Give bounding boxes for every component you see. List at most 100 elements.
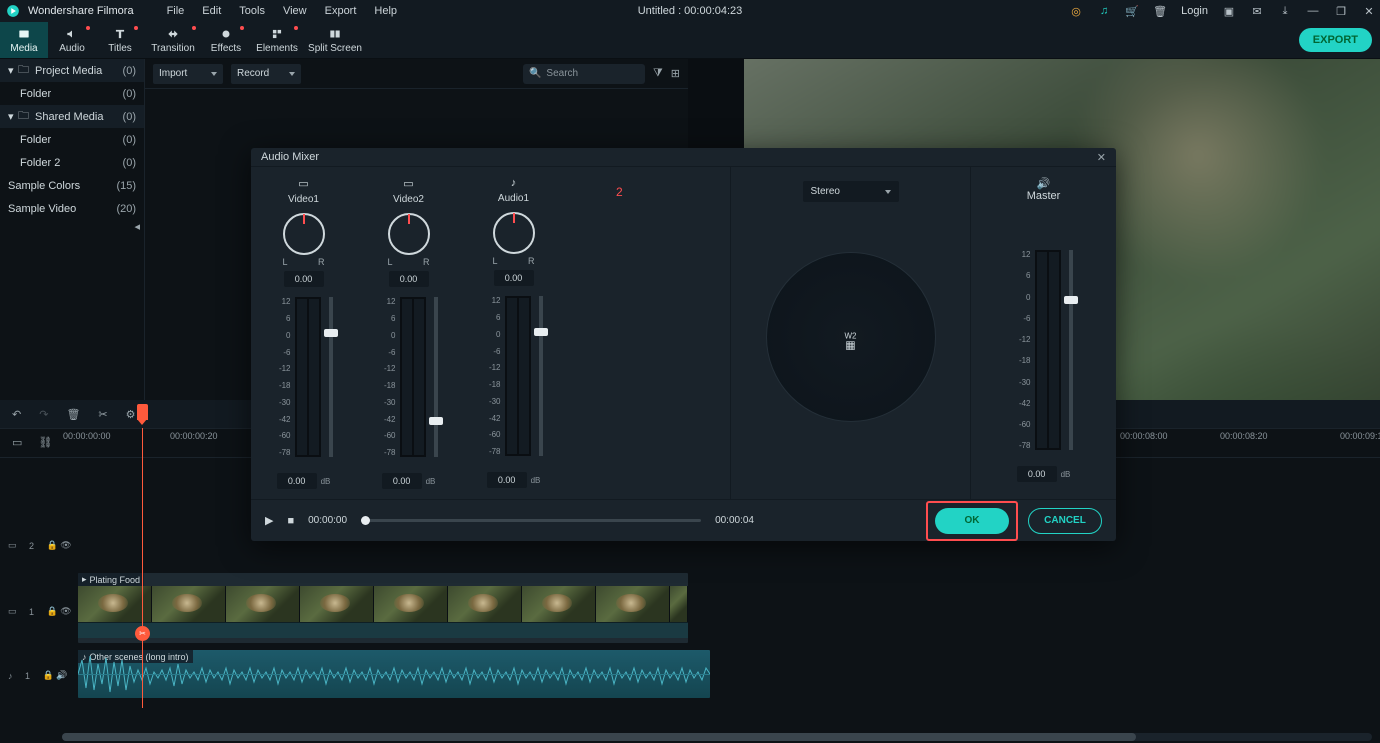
volume-value[interactable]: 0.00 [487, 472, 527, 488]
pan-r: R [423, 257, 430, 267]
import-dropdown[interactable]: Import [153, 64, 223, 84]
redo-icon[interactable]: ↷ [39, 408, 48, 421]
pan-l: L [388, 257, 393, 267]
playhead-sync-icon[interactable]: ▭ [12, 436, 22, 449]
volume-fader[interactable] [329, 297, 333, 457]
login-link[interactable]: Login [1181, 5, 1208, 17]
cut-icon[interactable]: ✂ [98, 408, 107, 421]
volume-fader[interactable] [539, 296, 543, 456]
meter-scale: 1260-6-12-18-30-42-60-78 [275, 297, 291, 457]
record-dropdown[interactable]: Record [231, 64, 301, 84]
undo-icon[interactable]: ↶ [12, 408, 21, 421]
ruler-mark: 00:00:08:20 [1220, 431, 1268, 441]
search-icon: 🔍 [529, 68, 541, 79]
tab-splitscreen[interactable]: Split Screen [304, 22, 366, 58]
save-icon[interactable]: ▣ [1222, 4, 1236, 18]
maximize-icon[interactable]: ❐ [1334, 4, 1348, 18]
menu-view[interactable]: View [274, 5, 316, 17]
audio-clip[interactable]: ♪ Other scenes (long intro) [78, 650, 710, 698]
pan-r: R [318, 257, 325, 267]
close-icon[interactable]: ✕ [1362, 4, 1376, 18]
collapse-tree-icon[interactable]: ◂ [0, 220, 144, 236]
pan-value[interactable]: 0.00 [494, 270, 534, 286]
seek-thumb[interactable] [361, 516, 370, 525]
surround-dial[interactable]: W2 ▦ [766, 252, 936, 422]
headphones-icon[interactable]: ♫ [1097, 4, 1111, 18]
play-button[interactable]: ▶ [265, 514, 273, 527]
scroll-thumb[interactable] [62, 733, 1136, 741]
dialog-titlebar: Audio Mixer ✕ [251, 148, 1116, 167]
ruler-mark: 00:00:09:15 [1340, 431, 1380, 441]
dialog-title: Audio Mixer [261, 151, 319, 163]
menu-tools[interactable]: Tools [230, 5, 274, 17]
tree-folder[interactable]: Folder(0) [0, 128, 144, 151]
menu-edit[interactable]: Edit [193, 5, 230, 17]
tree-sample-video[interactable]: Sample Video(20) [0, 197, 144, 220]
tree-label: Folder 2 [20, 157, 60, 169]
track-head-a1[interactable]: ♪ 1 🔒 🔊 [0, 670, 75, 681]
transport-seek[interactable] [361, 519, 701, 522]
cart-icon[interactable]: 🛒 [1125, 4, 1139, 18]
trash-icon[interactable]: 🗑 [1153, 4, 1167, 18]
master-volume-value[interactable]: 0.00 [1017, 466, 1057, 482]
surround-center-icon: ▦ [845, 339, 855, 352]
pan-value[interactable]: 0.00 [389, 271, 429, 287]
dialog-close-icon[interactable]: ✕ [1097, 151, 1106, 164]
tab-audio[interactable]: Audio [48, 22, 96, 58]
tree-folder[interactable]: Folder(0) [0, 82, 144, 105]
menu-help[interactable]: Help [365, 5, 406, 17]
track-head-v1[interactable]: ▭ 1 🔒 👁 [0, 606, 75, 617]
tree-folder-2[interactable]: Folder 2(0) [0, 151, 144, 174]
volume-value[interactable]: 0.00 [382, 473, 422, 489]
timeline-scrollbar[interactable] [62, 733, 1372, 741]
bulb-icon[interactable]: ◎ [1069, 4, 1083, 18]
pan-knob[interactable] [493, 212, 535, 254]
stereo-select[interactable]: Stereo [803, 181, 899, 202]
fader-thumb[interactable] [429, 417, 443, 425]
adjust-icon[interactable]: ⚙ [126, 408, 136, 421]
delete-icon[interactable]: 🗑 [66, 408, 80, 421]
volume-fader[interactable] [434, 297, 438, 457]
track-headers: ▭ 2 🔒 👁 ▭ 1 🔒 👁 ♪ 1 🔒 🔊 [0, 458, 75, 743]
grid-view-icon[interactable]: ⊞ [671, 67, 680, 80]
video-clip[interactable]: ▸ Plating Food [78, 573, 688, 643]
search-input[interactable]: 🔍Search [523, 64, 645, 84]
tab-media[interactable]: Media [0, 22, 48, 58]
menu-file[interactable]: File [158, 5, 194, 17]
tab-titles[interactable]: Titles [96, 22, 144, 58]
tree-sample-colors[interactable]: Sample Colors(15) [0, 174, 144, 197]
cancel-button[interactable]: CANCEL [1028, 508, 1102, 534]
tree-shared-media[interactable]: ▾🗀Shared Media(0) [0, 105, 144, 128]
tree-label: Shared Media [35, 111, 104, 123]
tab-titles-label: Titles [108, 43, 132, 54]
mixer-channel-video1: ▭ Video1 LR 0.00 1260-6-12-18-30-42-60-7… [251, 177, 356, 489]
tab-effects[interactable]: Effects [202, 22, 250, 58]
tree-project-media[interactable]: ▾🗀Project Media(0) [0, 59, 144, 82]
tab-elements[interactable]: Elements [250, 22, 304, 58]
pan-knob[interactable] [283, 213, 325, 255]
fader-thumb[interactable] [1064, 296, 1078, 304]
tab-transition[interactable]: Transition [144, 22, 202, 58]
export-icon[interactable]: ⤓ [1278, 4, 1292, 18]
stop-button[interactable]: ■ [287, 515, 294, 527]
pan-value[interactable]: 0.00 [284, 271, 324, 287]
minimize-icon[interactable]: — [1306, 4, 1320, 18]
cut-at-playhead-icon[interactable]: ✂ [135, 626, 150, 641]
menu-export[interactable]: Export [316, 5, 366, 17]
fader-thumb[interactable] [324, 329, 338, 337]
fader-thumb[interactable] [534, 328, 548, 336]
dialog-transport: ▶ ■ 00:00:00 00:00:04 OK CANCEL [251, 499, 1116, 541]
ok-button[interactable]: OK [935, 508, 1009, 534]
pan-knob[interactable] [388, 213, 430, 255]
playhead-head[interactable] [137, 404, 148, 420]
track-head-v2[interactable]: ▭ 2 🔒 👁 [0, 540, 75, 551]
volume-value[interactable]: 0.00 [277, 473, 317, 489]
master-fader[interactable] [1069, 250, 1073, 450]
annotation-2-label: 2 [616, 185, 623, 199]
export-button[interactable]: EXPORT [1299, 28, 1372, 52]
link-icon[interactable]: ⛓ [38, 436, 52, 449]
tree-count: (15) [116, 180, 136, 192]
filter-icon[interactable]: ⧩ [653, 67, 663, 80]
playhead[interactable]: ✂ [142, 428, 143, 708]
mail-icon[interactable]: ✉ [1250, 4, 1264, 18]
